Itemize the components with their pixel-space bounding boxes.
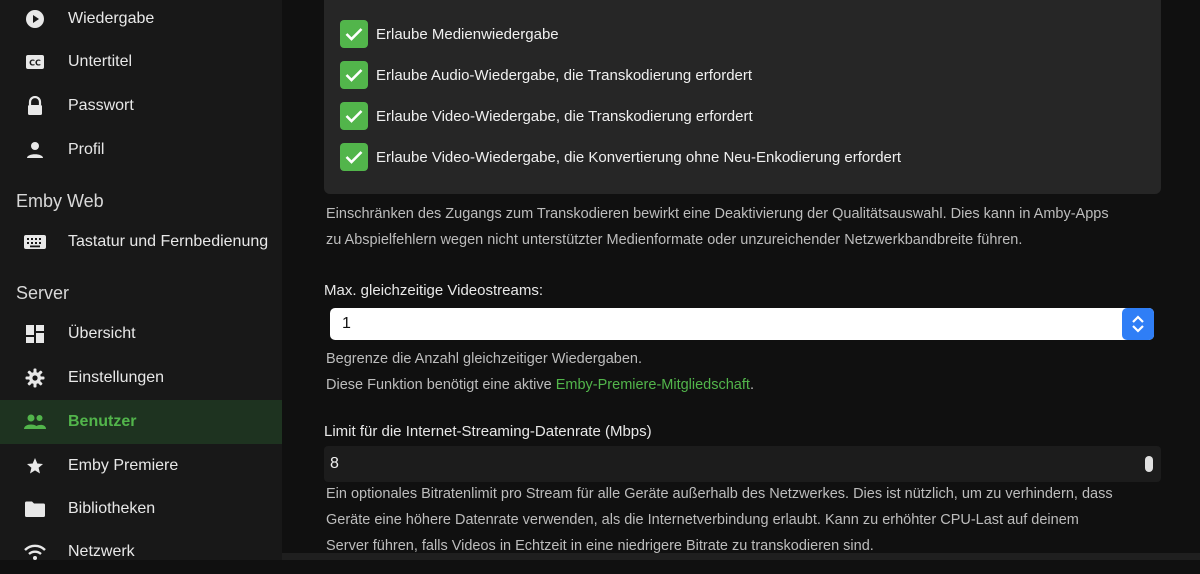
help-line: Ein optionales Bitratenlimit pro Stream … bbox=[326, 486, 1113, 502]
section-title-emby-web: Emby Web bbox=[16, 191, 104, 211]
sidebar-item-untertitel[interactable]: CC Untertitel bbox=[0, 40, 282, 84]
bitrate-limit-label: Limit für die Internet-Streaming-Datenra… bbox=[324, 423, 652, 440]
sidebar-item-label: Untertitel bbox=[68, 53, 133, 70]
checkbox-checked[interactable] bbox=[340, 61, 368, 89]
checkbox-row-media-playback[interactable]: Erlaube Medienwiedergabe bbox=[340, 20, 559, 48]
cc-icon: CC bbox=[24, 51, 46, 73]
sidebar-item-label: Tastatur und Fernbedienung bbox=[68, 233, 269, 250]
play-circle-icon bbox=[24, 8, 46, 30]
sidebar-item-bibliotheken[interactable]: Bibliotheken bbox=[0, 487, 282, 531]
sidebar-item-netzwerk[interactable]: Netzwerk bbox=[0, 530, 282, 574]
sidebar-item-label: Bibliotheken bbox=[68, 500, 156, 517]
help-line: Diese Funktion benötigt eine aktive Emby… bbox=[326, 372, 1166, 398]
help-text: Diese Funktion benötigt eine aktive bbox=[326, 377, 556, 393]
bitrate-help: Ein optionales Bitratenlimit pro Stream … bbox=[326, 481, 1166, 559]
sidebar-item-passwort[interactable]: Passwort bbox=[0, 84, 282, 128]
check-icon bbox=[345, 151, 363, 164]
sidebar-item-label: Passwort bbox=[68, 97, 134, 114]
horizontal-scrollbar[interactable] bbox=[282, 553, 1200, 560]
checkbox-label: Erlaube Video-Wiedergabe, die Konvertier… bbox=[376, 148, 902, 166]
sidebar-item-emby-premiere[interactable]: Emby Premiere bbox=[0, 444, 282, 488]
help-line: Begrenze die Anzahl gleichzeitiger Wiede… bbox=[326, 351, 642, 367]
star-icon bbox=[24, 455, 46, 477]
checkbox-row-video-remux[interactable]: Erlaube Video-Wiedergabe, die Konvertier… bbox=[340, 143, 901, 171]
emby-premiere-link[interactable]: Emby-Premiere-Mitgliedschaft bbox=[556, 377, 750, 393]
checkbox-row-audio-transcoding[interactable]: Erlaube Audio-Wiedergabe, die Transkodie… bbox=[340, 61, 752, 89]
folder-icon bbox=[24, 498, 46, 520]
sidebar-item-label: Einstellungen bbox=[68, 369, 165, 386]
sidebar-item-einstellungen[interactable]: Einstellungen bbox=[0, 356, 282, 400]
bitrate-limit-input[interactable]: 8 bbox=[324, 446, 1161, 482]
sidebar: Wiedergabe CC Untertitel Passwort Profil… bbox=[0, 0, 282, 560]
sidebar-item-benutzer[interactable]: Benutzer bbox=[0, 400, 282, 444]
select-arrows-icon[interactable] bbox=[1122, 308, 1154, 340]
max-streams-help: Begrenze die Anzahl gleichzeitiger Wiede… bbox=[326, 346, 1166, 398]
person-icon bbox=[24, 139, 46, 161]
lock-icon bbox=[24, 95, 46, 117]
checkbox-checked[interactable] bbox=[340, 102, 368, 130]
people-icon bbox=[24, 411, 46, 433]
dashboard-icon bbox=[24, 323, 46, 345]
sidebar-item-wiedergabe[interactable]: Wiedergabe bbox=[0, 0, 282, 41]
keyboard-icon bbox=[24, 231, 46, 253]
checkbox-label: Erlaube Audio-Wiedergabe, die Transkodie… bbox=[376, 66, 753, 84]
svg-text:CC: CC bbox=[29, 59, 41, 68]
gear-icon bbox=[24, 367, 46, 389]
help-text: . bbox=[749, 377, 754, 393]
select-value: 1 bbox=[342, 315, 351, 332]
checkbox-checked[interactable] bbox=[340, 20, 368, 48]
checkbox-label: Erlaube Video-Wiedergabe, die Transkodie… bbox=[376, 107, 753, 125]
max-streams-label: Max. gleichzeitige Videostreams: bbox=[324, 282, 543, 299]
max-streams-select[interactable]: 1 bbox=[330, 308, 1154, 340]
check-icon bbox=[345, 110, 363, 123]
checkbox-label: Erlaube Medienwiedergabe bbox=[376, 25, 559, 43]
stepper-icon[interactable] bbox=[1145, 456, 1153, 472]
sidebar-item-uebersicht[interactable]: Übersicht bbox=[0, 312, 282, 356]
check-icon bbox=[345, 28, 363, 41]
section-title-server: Server bbox=[16, 283, 70, 303]
sidebar-item-label: Übersicht bbox=[68, 325, 136, 342]
transcode-help-text: Einschränken des Zugangs zum Transkodier… bbox=[326, 201, 1166, 253]
help-line: Einschränken des Zugangs zum Transkodier… bbox=[326, 206, 1109, 222]
checkbox-row-video-transcoding[interactable]: Erlaube Video-Wiedergabe, die Transkodie… bbox=[340, 102, 753, 130]
help-line: Geräte eine höhere Datenrate verwenden, … bbox=[326, 512, 1079, 528]
checkbox-checked[interactable] bbox=[340, 143, 368, 171]
sidebar-item-label: Emby Premiere bbox=[68, 457, 179, 474]
sidebar-item-profil[interactable]: Profil bbox=[0, 128, 282, 172]
check-icon bbox=[345, 69, 363, 82]
input-value: 8 bbox=[330, 455, 339, 472]
sidebar-item-label: Profil bbox=[68, 141, 105, 158]
sidebar-item-label: Netzwerk bbox=[68, 543, 135, 560]
sidebar-item-tastatur[interactable]: Tastatur und Fernbedienung bbox=[0, 220, 282, 264]
sidebar-item-label: Wiedergabe bbox=[68, 10, 155, 27]
help-line: zu Abspielfehlern wegen nicht unterstütz… bbox=[326, 232, 1023, 248]
sidebar-item-label: Benutzer bbox=[68, 413, 137, 430]
